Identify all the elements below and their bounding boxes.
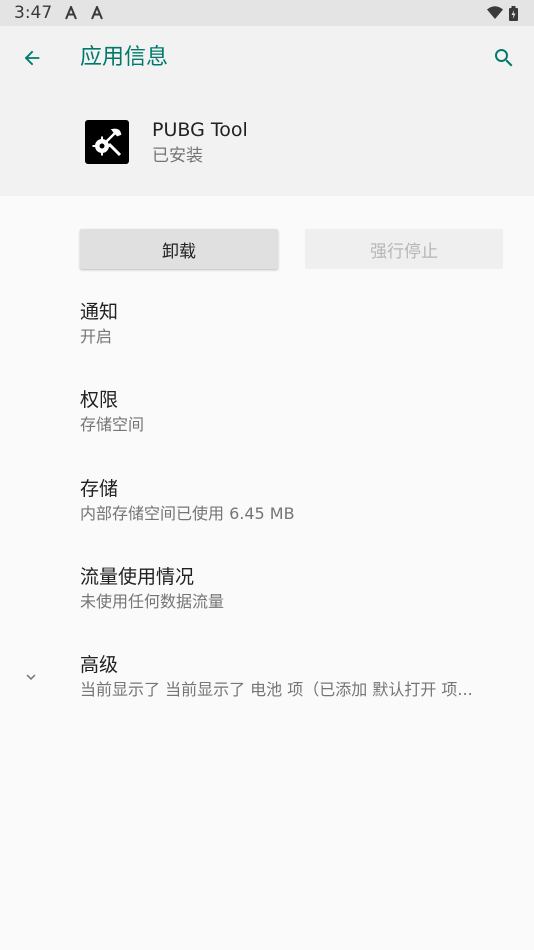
uninstall-button[interactable]: 卸载 — [80, 229, 278, 269]
settings-wrench-icon — [85, 120, 129, 164]
force-stop-button[interactable]: 强行停止 — [305, 229, 503, 269]
app-name: PUBG Tool — [152, 119, 248, 141]
pref-summary: 内部存储空间已使用 6.45 MB — [80, 504, 295, 523]
notification-a-icon — [64, 6, 78, 20]
chevron-down-icon[interactable] — [20, 666, 42, 688]
pref-title: 权限 — [80, 389, 119, 411]
status-left: 3:47 — [14, 3, 104, 23]
search-icon — [495, 49, 513, 67]
pref-summary: 存储空间 — [80, 415, 145, 434]
wifi-icon — [487, 6, 503, 20]
page-title: 应用信息 — [80, 45, 169, 70]
status-time: 3:47 — [14, 3, 53, 23]
notification-a-icon — [90, 6, 104, 20]
app-install-status: 已安装 — [152, 146, 203, 166]
pref-title: 通知 — [80, 301, 119, 323]
app-text: PUBG Tool 已安装 — [152, 117, 248, 169]
pref-data-usage[interactable]: 流量使用情况 未使用任何数据流量 — [80, 564, 520, 614]
status-bar: 3:47 — [0, 0, 534, 26]
pref-storage[interactable]: 存储 内部存储空间已使用 6.45 MB — [80, 476, 520, 526]
app-entity: PUBG Tool 已安装 — [85, 117, 248, 169]
app-header: 应用信息 PUBG Tool 已安装 — [0, 26, 534, 196]
pref-title: 高级 — [80, 654, 119, 676]
pref-permissions[interactable]: 权限 存储空间 — [80, 387, 520, 437]
search-button[interactable] — [490, 44, 518, 72]
arrow-back-icon — [24, 50, 40, 66]
back-button[interactable] — [18, 44, 46, 72]
pref-title: 存储 — [80, 478, 119, 500]
pref-notifications[interactable]: 通知 开启 — [80, 299, 520, 349]
action-buttons: 卸载 强行停止 — [80, 229, 503, 269]
pref-summary: 开启 — [80, 327, 113, 346]
pref-title: 流量使用情况 — [80, 566, 195, 588]
app-bar: 应用信息 — [0, 26, 534, 90]
pref-summary: 未使用任何数据流量 — [80, 592, 225, 611]
status-right — [487, 5, 518, 21]
battery-icon — [509, 5, 518, 21]
pref-advanced[interactable]: 高级 当前显示了 当前显示了 电池 项（已添加 默认打开 项... — [80, 652, 520, 702]
pref-summary: 当前显示了 当前显示了 电池 项（已添加 默认打开 项... — [80, 680, 473, 699]
